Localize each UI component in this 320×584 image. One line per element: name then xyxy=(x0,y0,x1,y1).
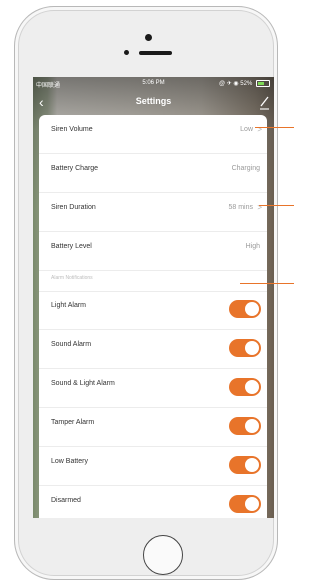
toggle-knob xyxy=(245,380,259,394)
row-label: Disarmed xyxy=(51,497,81,504)
proximity-sensor xyxy=(124,50,129,55)
disarmed-row: Disarmed xyxy=(39,486,267,518)
sound-alarm-toggle[interactable] xyxy=(229,339,261,357)
low-battery-toggle[interactable] xyxy=(229,456,261,474)
battery-charge-row: Battery Charge Charging xyxy=(39,154,267,193)
row-value: Low xyxy=(240,126,253,133)
callout-line-siren-duration xyxy=(259,205,294,206)
row-label: Battery Charge xyxy=(51,165,99,172)
status-bar: 中国联通 5:06 PM @ ✈ ◉ 52% xyxy=(33,77,274,91)
toggle-knob xyxy=(245,497,259,511)
row-label: Siren Volume xyxy=(51,126,93,133)
sound-light-alarm-row: Sound & Light Alarm xyxy=(39,369,267,408)
row-label: Low Battery xyxy=(51,458,88,465)
row-label: Tamper Alarm xyxy=(51,419,95,426)
sound-alarm-row: Sound Alarm xyxy=(39,330,267,369)
low-battery-row: Low Battery xyxy=(39,447,267,486)
disarmed-toggle[interactable] xyxy=(229,495,261,513)
tamper-alarm-toggle[interactable] xyxy=(229,417,261,435)
row-label: Siren Duration xyxy=(51,204,96,211)
callout-line-alarm-notifications xyxy=(240,283,294,284)
battery-level-row: Battery Level High xyxy=(39,232,267,271)
screen: 中国联通 5:06 PM @ ✈ ◉ 52% ‹ Settings Siren … xyxy=(33,77,274,518)
status-indicators: @ ✈ ◉ 52% xyxy=(219,80,270,87)
siren-volume-row[interactable]: Siren Volume Low > xyxy=(39,115,267,154)
light-alarm-toggle[interactable] xyxy=(229,300,261,318)
navigation-bar: ‹ Settings xyxy=(33,91,274,115)
home-button[interactable] xyxy=(143,535,183,575)
light-alarm-row: Light Alarm xyxy=(39,291,267,330)
page-title: Settings xyxy=(135,96,172,106)
section-header-label: Alarm Notifications xyxy=(51,275,93,281)
row-value: High xyxy=(245,243,260,250)
front-camera xyxy=(145,34,152,41)
siren-duration-row[interactable]: Siren Duration 58 mins > xyxy=(39,193,267,232)
pencil-icon[interactable] xyxy=(257,93,271,111)
toggle-knob xyxy=(245,458,259,472)
row-value: 58 mins xyxy=(228,204,253,211)
row-label: Sound Alarm xyxy=(51,341,92,348)
earpiece-speaker xyxy=(139,51,172,55)
callout-line-siren-volume xyxy=(255,127,294,128)
status-right-text: @ ✈ ◉ 52% xyxy=(218,81,253,88)
toggle-knob xyxy=(245,419,259,433)
battery-icon xyxy=(256,80,270,87)
section-header: Alarm Notifications xyxy=(39,271,267,292)
row-label: Battery Level xyxy=(51,243,92,250)
row-value: Charging xyxy=(231,165,260,172)
settings-panel: Siren Volume Low > Battery Charge Chargi… xyxy=(39,115,267,518)
row-label: Light Alarm xyxy=(51,302,87,309)
tamper-alarm-row: Tamper Alarm xyxy=(39,408,267,447)
toggle-knob xyxy=(245,341,259,355)
sound-light-alarm-toggle[interactable] xyxy=(229,378,261,396)
toggle-knob xyxy=(245,302,259,316)
row-label: Sound & Light Alarm xyxy=(51,380,115,387)
